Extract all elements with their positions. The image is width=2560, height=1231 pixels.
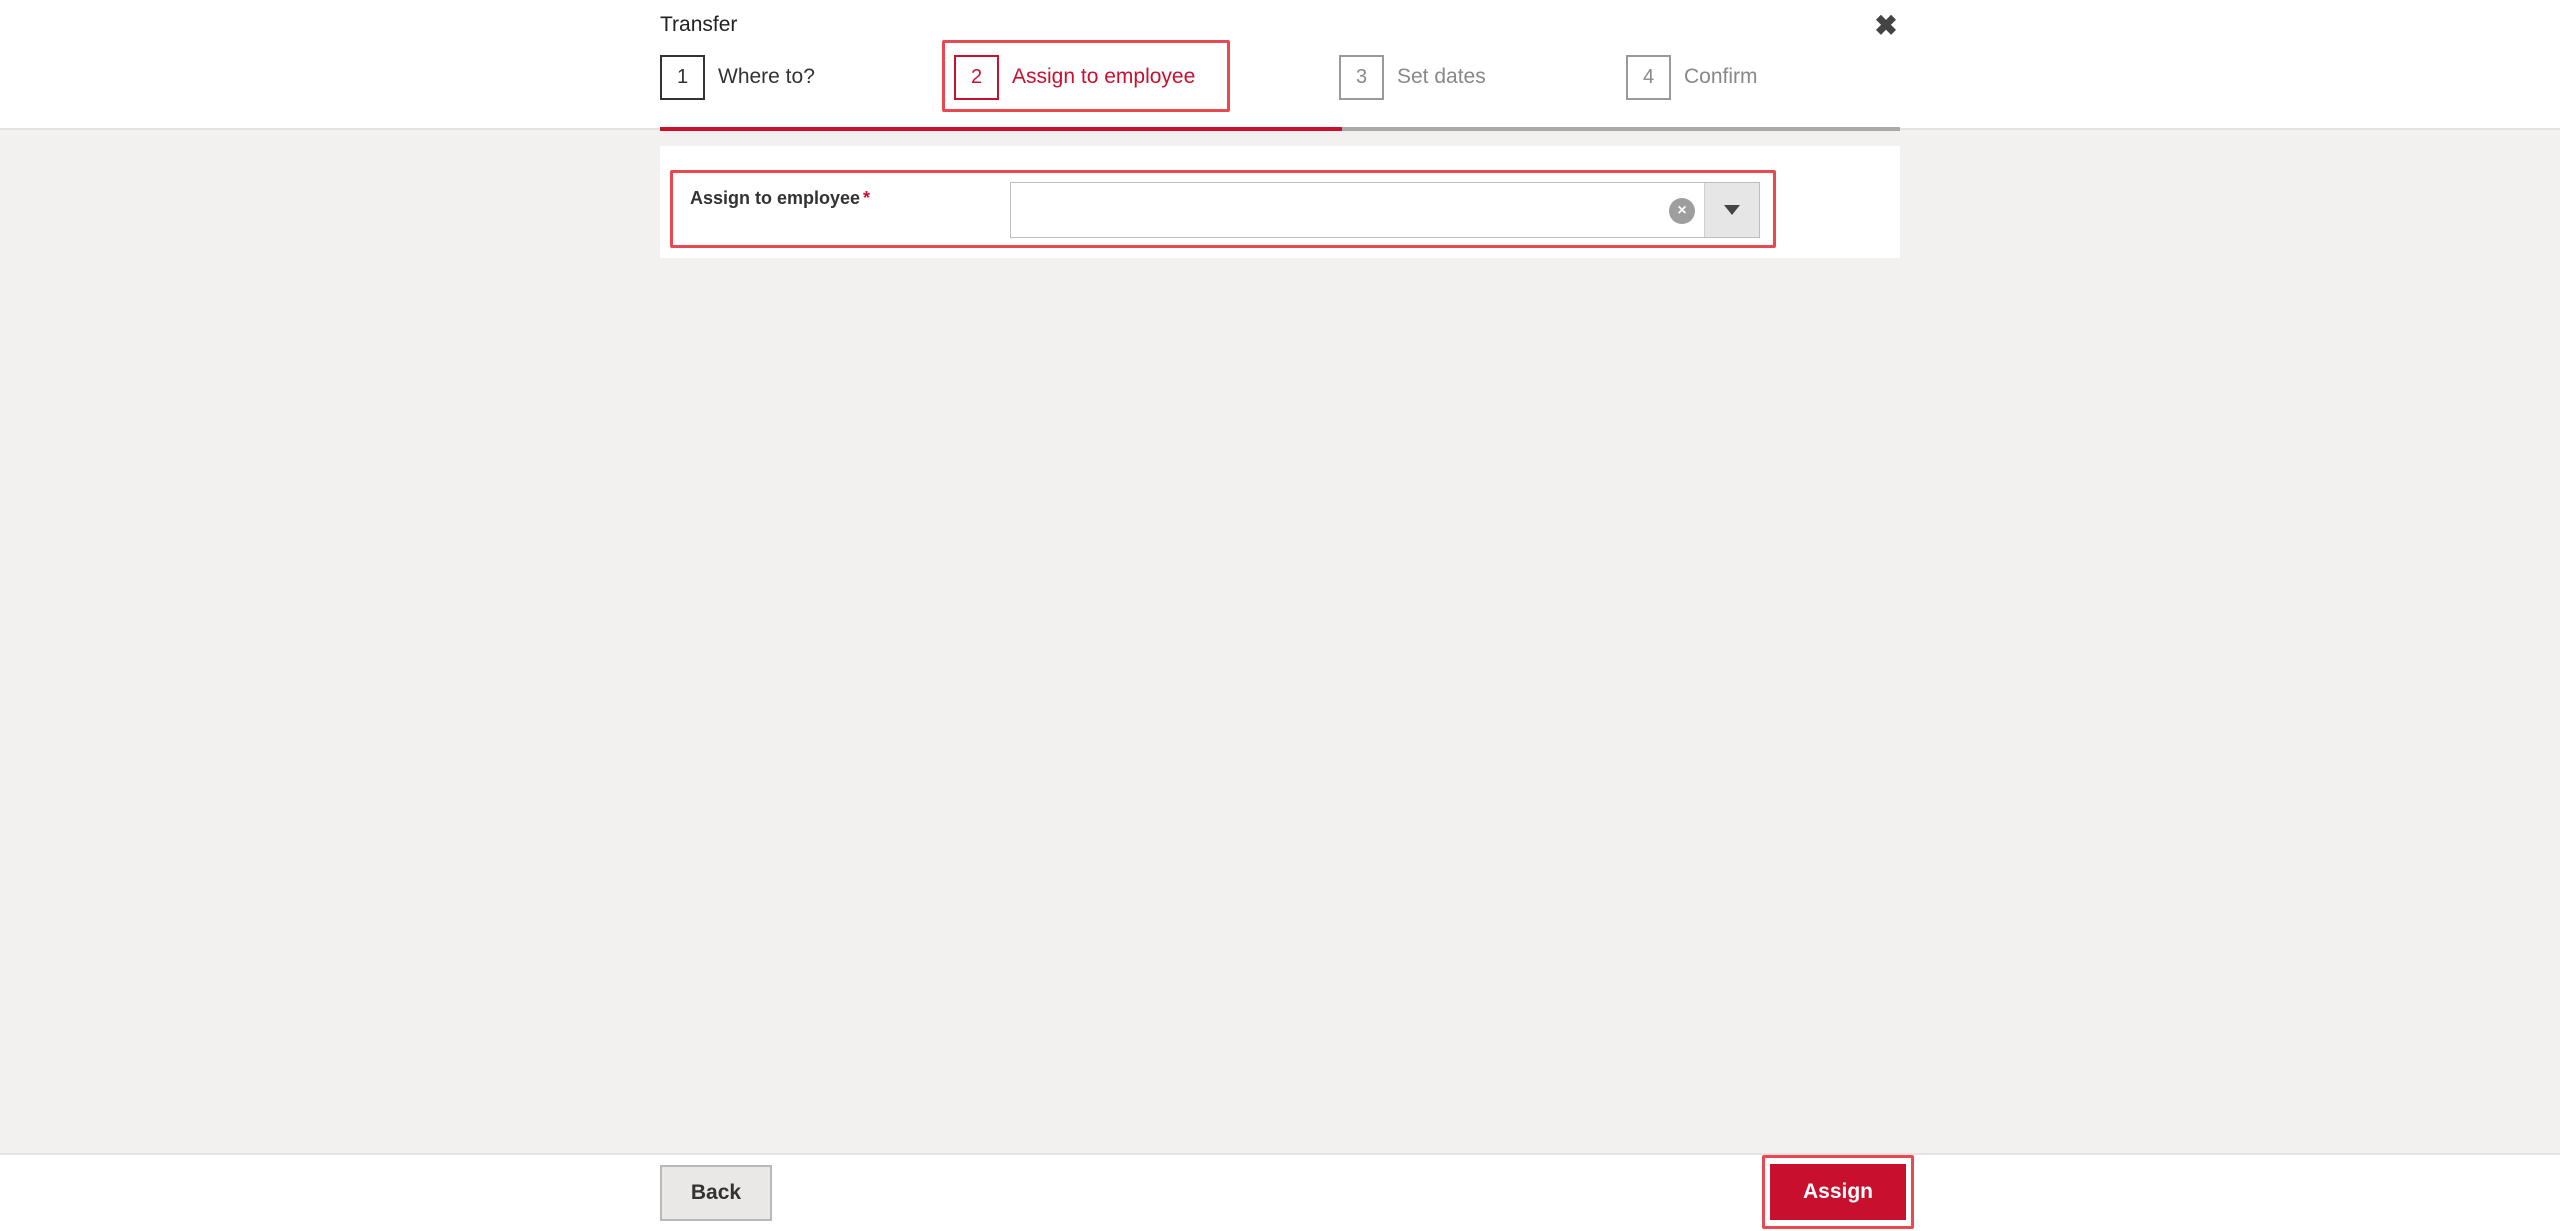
field-label-text: Assign to employee <box>690 188 861 208</box>
clear-circle-icon[interactable]: × <box>1669 198 1695 224</box>
step-highlight-box <box>942 40 1230 112</box>
wizard-progress-track <box>660 127 1900 131</box>
step-label: Where to? <box>718 65 815 88</box>
step-label: Confirm <box>1684 65 1758 88</box>
step-number: 4 <box>1626 54 1671 100</box>
close-icon[interactable]: ✖ <box>1871 10 1901 41</box>
employee-select[interactable]: × <box>1010 182 1760 238</box>
dialog-title: Transfer <box>660 13 738 36</box>
dialog-header: Transfer ✖ 1 Where to? 2 Assign to emplo… <box>0 0 2560 130</box>
step-label: Set dates <box>1397 65 1486 88</box>
step-number: 3 <box>1339 54 1384 100</box>
dropdown-toggle-button[interactable] <box>1704 183 1759 237</box>
step-set-dates[interactable]: 3 Set dates <box>1339 52 1486 102</box>
step-number: 1 <box>660 54 705 100</box>
assign-button[interactable]: Assign <box>1770 1164 1906 1220</box>
assign-to-employee-label: Assign to employee * <box>690 188 870 209</box>
back-button[interactable]: Back <box>660 1165 772 1221</box>
step-confirm[interactable]: 4 Confirm <box>1626 52 1758 102</box>
step-where-to[interactable]: 1 Where to? <box>660 52 815 102</box>
wizard-progress-fill <box>660 127 1342 131</box>
dialog-footer <box>0 1153 2560 1231</box>
required-mark: * <box>863 188 871 208</box>
caret-down-icon <box>1724 205 1740 215</box>
